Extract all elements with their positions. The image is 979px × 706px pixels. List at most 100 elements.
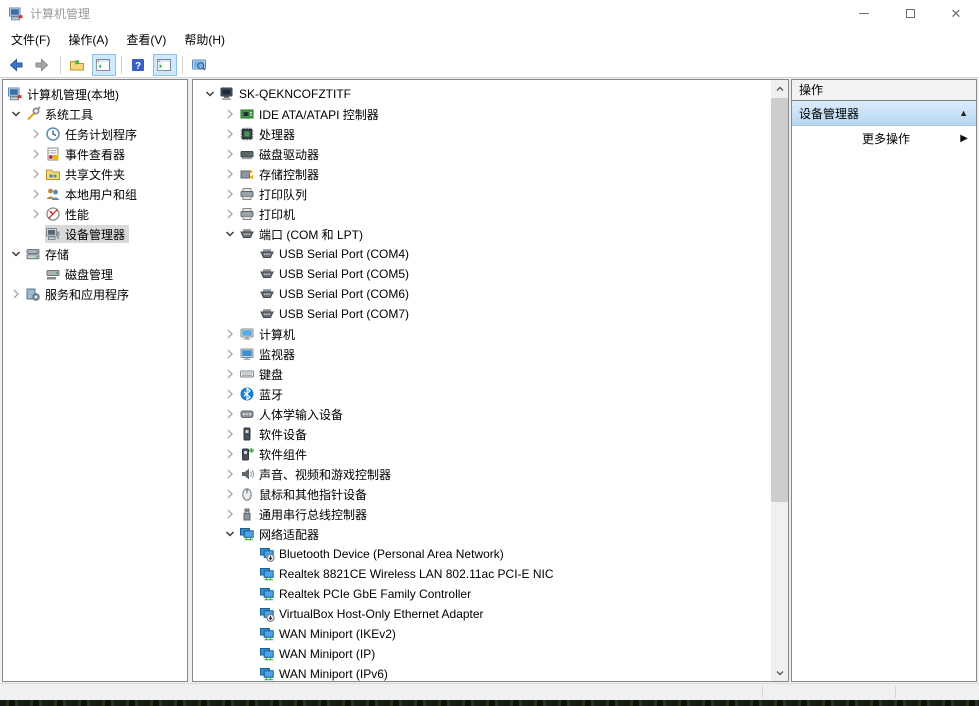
tree-item[interactable]: 共享文件夹 <box>3 164 187 184</box>
chevron-down-icon[interactable] <box>7 246 25 262</box>
tree-item[interactable]: 网络适配器 <box>193 524 771 544</box>
tree-item[interactable]: 任务计划程序 <box>3 124 187 144</box>
tree-item[interactable]: 设备管理器 <box>3 224 187 244</box>
forward-arrow-button[interactable] <box>31 54 55 76</box>
export-list-button[interactable] <box>66 54 90 76</box>
chevron-down-icon[interactable] <box>201 86 219 102</box>
tree-item[interactable]: 本地用户和组 <box>3 184 187 204</box>
menu-help[interactable]: 帮助(H) <box>175 27 234 52</box>
action-pane-toggle-button[interactable] <box>153 54 177 76</box>
help-button[interactable]: ? <box>127 54 151 76</box>
chevron-right-icon[interactable] <box>221 446 239 462</box>
tree-item[interactable]: 系统工具 <box>3 104 187 124</box>
console-tree-toggle-button[interactable] <box>92 54 116 76</box>
menu-view[interactable]: 查看(V) <box>117 27 175 52</box>
tree-item[interactable]: 软件组件 <box>193 444 771 464</box>
tree-item[interactable]: 蓝牙 <box>193 384 771 404</box>
tree-item[interactable]: 声音、视频和游戏控制器 <box>193 464 771 484</box>
chevron-down-icon[interactable] <box>7 106 25 122</box>
tree-item[interactable]: 鼠标和其他指针设备 <box>193 484 771 504</box>
maximize-button[interactable] <box>887 0 933 27</box>
chevron-right-icon[interactable] <box>221 466 239 482</box>
tree-item[interactable]: 磁盘驱动器 <box>193 144 771 164</box>
chevron-right-icon[interactable] <box>221 106 239 122</box>
tree-item-label: 存储控制器 <box>257 166 323 183</box>
tree-item[interactable]: 人体学输入设备 <box>193 404 771 424</box>
tree-item[interactable]: 存储 <box>3 244 187 264</box>
tree-item[interactable]: 键盘 <box>193 364 771 384</box>
tree-item[interactable]: 服务和应用程序 <box>3 284 187 304</box>
tree-item[interactable]: 事件查看器 <box>3 144 187 164</box>
chevron-placeholder <box>241 666 259 681</box>
menu-action[interactable]: 操作(A) <box>59 27 117 52</box>
tree-item[interactable]: USB Serial Port (COM7) <box>193 304 771 324</box>
chevron-right-icon[interactable] <box>221 326 239 342</box>
menu-file[interactable]: 文件(F) <box>2 27 59 52</box>
help-icon: ? <box>130 57 148 73</box>
chevron-right-icon[interactable] <box>221 146 239 162</box>
minimize-button[interactable] <box>841 0 887 27</box>
tree-item[interactable]: USB Serial Port (COM6) <box>193 284 771 304</box>
tree-item[interactable]: 监视器 <box>193 344 771 364</box>
more-actions-item[interactable]: 更多操作 ▶ <box>792 126 976 150</box>
tree-item[interactable]: WAN Miniport (IKEv2) <box>193 624 771 644</box>
console-window-button[interactable] <box>188 54 212 76</box>
tree-item[interactable]: WAN Miniport (IP) <box>193 644 771 664</box>
keyboard-icon <box>239 366 257 382</box>
chevron-right-icon[interactable] <box>27 126 45 142</box>
tree-item[interactable]: 通用串行总线控制器 <box>193 504 771 524</box>
tree-item[interactable]: USB Serial Port (COM5) <box>193 264 771 284</box>
chevron-right-icon[interactable] <box>221 206 239 222</box>
tree-item[interactable]: WAN Miniport (IPv6) <box>193 664 771 681</box>
tree-item[interactable]: 软件设备 <box>193 424 771 444</box>
tree-item[interactable]: Realtek PCIe GbE Family Controller <box>193 584 771 604</box>
chevron-down-icon[interactable] <box>221 226 239 242</box>
close-button[interactable]: ✕ <box>933 0 979 27</box>
tree-item[interactable]: USB Serial Port (COM4) <box>193 244 771 264</box>
tree-item-label: 处理器 <box>257 126 299 143</box>
chevron-right-icon[interactable] <box>27 206 45 222</box>
tree-item[interactable]: Realtek 8821CE Wireless LAN 802.11ac PCI… <box>193 564 771 584</box>
chevron-right-icon[interactable] <box>221 166 239 182</box>
tree-item-label: 计算机 <box>257 326 299 343</box>
tree-item[interactable]: 计算机管理(本地) <box>3 84 187 104</box>
tree-item[interactable]: 打印机 <box>193 204 771 224</box>
chevron-right-icon[interactable] <box>221 386 239 402</box>
chevron-right-icon[interactable] <box>221 346 239 362</box>
actions-section-header[interactable]: 设备管理器 ▲ <box>792 101 976 126</box>
tree-item[interactable]: 打印队列 <box>193 184 771 204</box>
tree-item[interactable]: 端口 (COM 和 LPT) <box>193 224 771 244</box>
tree-item[interactable]: 存储控制器 <box>193 164 771 184</box>
scrollbar-down-button[interactable] <box>771 664 788 681</box>
chevron-right-icon[interactable] <box>221 126 239 142</box>
chevron-right-icon[interactable] <box>221 486 239 502</box>
tree-item-content: 打印队列 <box>239 185 311 203</box>
chevron-right-icon[interactable] <box>27 166 45 182</box>
scrollbar-thumb[interactable] <box>771 98 788 502</box>
back-arrow-button[interactable] <box>5 54 29 76</box>
scrollbar-up-button[interactable] <box>771 80 788 97</box>
collapse-section-icon[interactable]: ▲ <box>959 108 968 118</box>
chevron-right-icon[interactable] <box>221 406 239 422</box>
chevron-right-icon[interactable] <box>221 186 239 202</box>
chevron-right-icon[interactable] <box>221 366 239 382</box>
chevron-down-icon[interactable] <box>221 526 239 542</box>
vertical-scrollbar[interactable] <box>771 80 788 681</box>
tree-item[interactable]: IDE ATA/ATAPI 控制器 <box>193 104 771 124</box>
tree-item[interactable]: VirtualBox Host-Only Ethernet Adapter <box>193 604 771 624</box>
chevron-right-icon[interactable] <box>27 146 45 162</box>
chevron-right-icon[interactable] <box>221 426 239 442</box>
tree-item[interactable]: 磁盘管理 <box>3 264 187 284</box>
chevron-right-icon[interactable] <box>27 186 45 202</box>
tree-item-content: 监视器 <box>239 345 299 363</box>
tree-item[interactable]: Bluetooth Device (Personal Area Network) <box>193 544 771 564</box>
tree-item[interactable]: 性能 <box>3 204 187 224</box>
chevron-right-icon[interactable] <box>7 286 25 302</box>
network-adapter-icon <box>259 666 277 681</box>
tree-item[interactable]: 计算机 <box>193 324 771 344</box>
tree-item[interactable]: SK-QEKNCOFZTITF <box>193 84 771 104</box>
audio-controller-icon <box>239 466 257 482</box>
chevron-right-icon[interactable] <box>221 506 239 522</box>
forward-arrow-icon <box>34 57 52 73</box>
tree-item[interactable]: 处理器 <box>193 124 771 144</box>
